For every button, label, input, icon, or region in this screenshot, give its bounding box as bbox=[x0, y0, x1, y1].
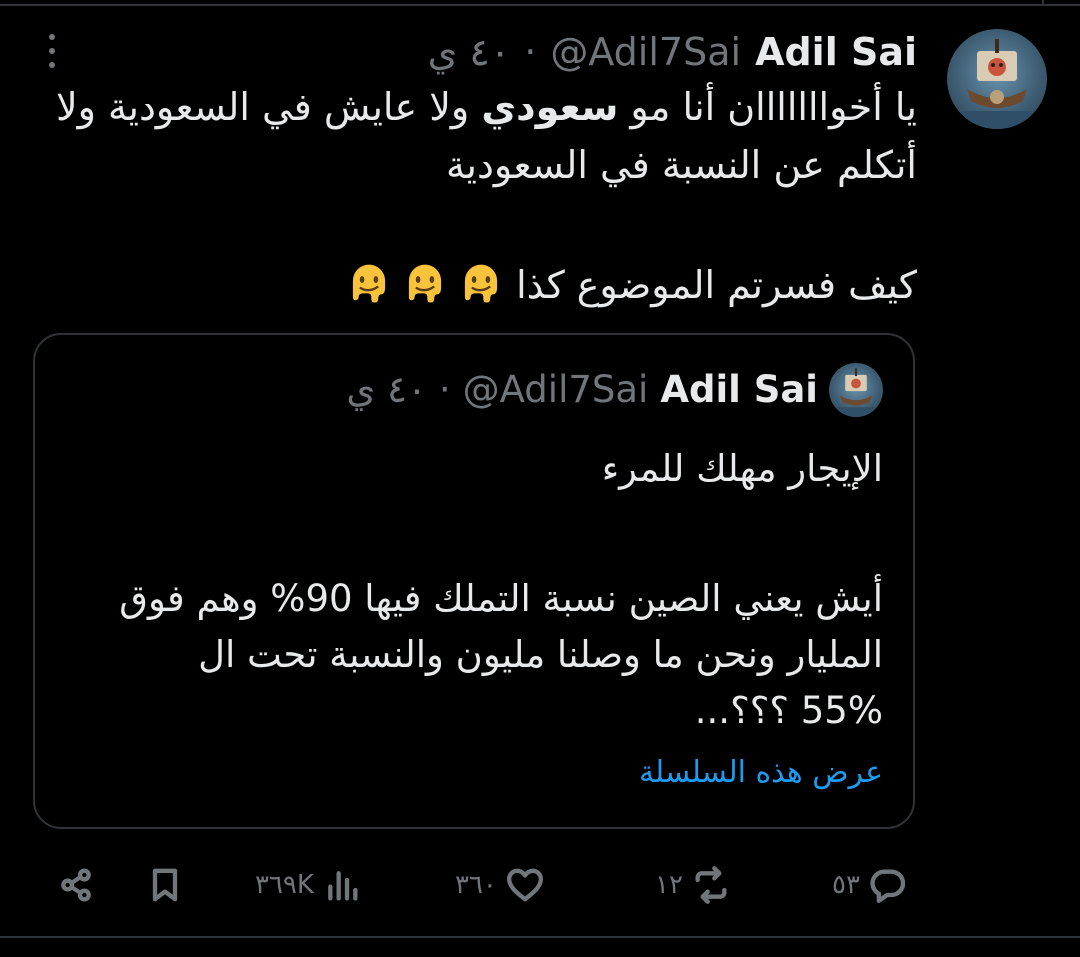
quoted-header: Adil Sai @Adil7Sai · ٤٠ ي bbox=[346, 359, 818, 419]
share-icon bbox=[61, 868, 91, 902]
avatar[interactable] bbox=[947, 29, 1047, 129]
views-count: ٣٦٩K bbox=[255, 870, 314, 900]
bookmark-button[interactable] bbox=[145, 850, 185, 920]
quoted-timestamp: ٤٠ ي bbox=[346, 367, 427, 411]
author-name[interactable]: Adil Sai bbox=[755, 30, 917, 74]
top-divider-tick bbox=[1042, 0, 1044, 6]
repost-icon bbox=[695, 866, 727, 904]
action-bar: ٣٦٩K ٣٦٠ ١٢ ٥٣ bbox=[0, 850, 1080, 920]
quoted-author-name: Adil Sai bbox=[660, 367, 818, 411]
repost-button[interactable]: ١٢ bbox=[655, 850, 731, 920]
replies-count: ٥٣ bbox=[832, 870, 860, 900]
tweet-text-line-2: أتكلم عن النسبة في السعودية bbox=[446, 143, 917, 187]
more-options-icon[interactable] bbox=[44, 34, 60, 68]
melting-face-emoji-3 bbox=[336, 263, 392, 307]
bottom-divider bbox=[0, 936, 1080, 938]
quoted-text-line-3: المليار ونحن ما وصلنا مليون والنسبة تحت … bbox=[198, 633, 883, 676]
melting-face-emoji-1 bbox=[448, 263, 504, 307]
reply-button[interactable]: ٥٣ bbox=[832, 850, 908, 920]
heart-icon bbox=[506, 868, 543, 902]
ship-avatar-image bbox=[947, 39, 1047, 129]
timestamp[interactable]: ٤٠ ي bbox=[428, 30, 511, 74]
separator-dot: · bbox=[524, 30, 537, 74]
share-button[interactable] bbox=[56, 850, 96, 920]
like-button[interactable]: ٣٦٠ bbox=[455, 850, 545, 920]
tweet-text-line-3: كيف فسرتم الموضوع كذا bbox=[336, 256, 917, 314]
melting-face-emoji-2 bbox=[392, 263, 448, 307]
quoted-tweet-card[interactable]: Adil Sai @Adil7Sai · ٤٠ ي الإيجار مهلك ل… bbox=[33, 333, 915, 829]
likes-count: ٣٦٠ bbox=[455, 870, 497, 900]
quoted-text-line-2: أيش يعني الصين نسبة التملك فيها 90% وهم … bbox=[119, 577, 883, 620]
quoted-text-line-4: 55% ؟؟؟... bbox=[694, 689, 883, 732]
views-icon bbox=[328, 871, 358, 901]
show-thread-link[interactable]: عرض هذه السلسلة bbox=[639, 755, 883, 790]
author-handle[interactable]: @Adil7Sai bbox=[550, 30, 741, 74]
reposts-count: ١٢ bbox=[655, 870, 683, 900]
quoted-text-line-1: الإيجار مهلك للمرء bbox=[601, 447, 883, 490]
quoted-author-handle: @Adil7Sai bbox=[462, 367, 649, 411]
quoted-separator-dot: · bbox=[438, 367, 451, 411]
top-divider bbox=[0, 4, 1080, 6]
tweet-header: Adil Sai @Adil7Sai · ٤٠ ي bbox=[428, 24, 917, 80]
quoted-avatar bbox=[829, 363, 883, 417]
bookmark-icon bbox=[152, 868, 178, 902]
views-button[interactable]: ٣٦٩K bbox=[255, 850, 362, 920]
tweet-text-line-1: يا أخوااااااان أنا مو سعودي ولا عايش في … bbox=[55, 85, 917, 129]
reply-icon bbox=[870, 869, 906, 903]
bold-word: سعودي bbox=[481, 85, 619, 129]
